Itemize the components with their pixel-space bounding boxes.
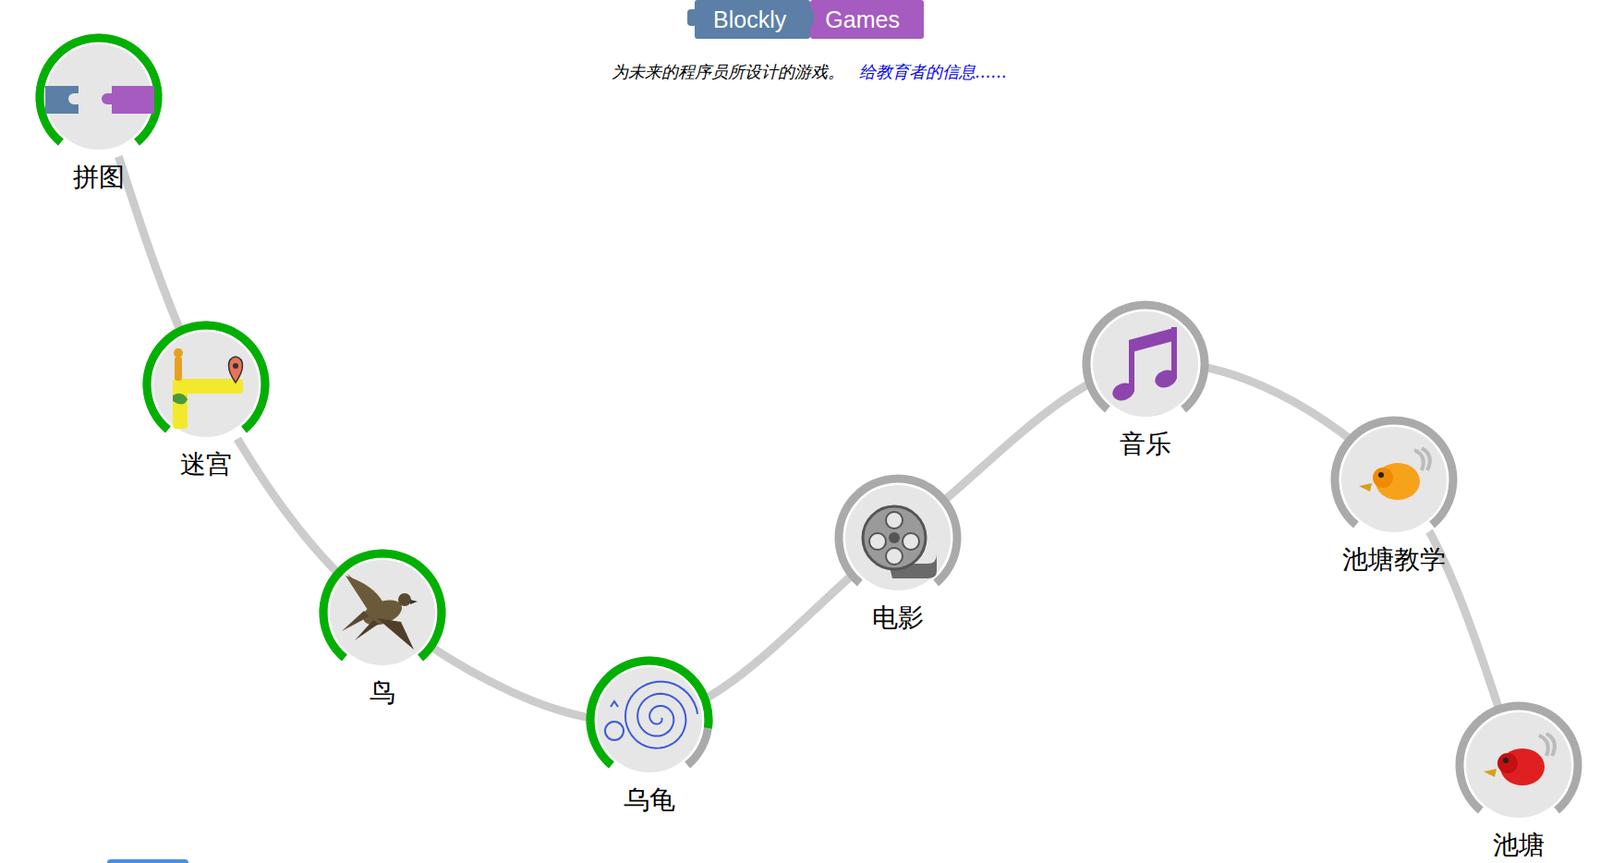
progress-ring	[833, 472, 963, 603]
game-node[interactable]: 音乐	[1080, 299, 1211, 461]
game-label[interactable]: 音乐	[1119, 428, 1172, 461]
maze-icon	[172, 348, 243, 429]
progress-ring	[1454, 700, 1584, 830]
game-label[interactable]: 乌龟	[623, 784, 676, 816]
logo[interactable]: BlocklyGames	[694, 0, 924, 39]
game-node[interactable]: 迷宫	[141, 319, 271, 481]
game-label[interactable]: 迷宫	[180, 448, 232, 481]
spiral-icon	[605, 681, 698, 749]
game-label[interactable]: 电影	[872, 602, 924, 634]
game-node[interactable]: 乌龟	[584, 654, 715, 816]
header: BlocklyGames 为未来的程序员所设计的游戏。给教育者的信息......	[0, 0, 1600, 84]
film-reel-icon	[862, 506, 937, 579]
progress-ring	[1329, 414, 1459, 545]
game-node[interactable]: 池塘教学	[1329, 414, 1459, 576]
page: 拼图迷宫鸟乌龟 电影 音乐池塘教学池塘 BlocklyGames 为未来的程序员所设计的…	[0, 0, 1600, 863]
game-label[interactable]: 池塘教学	[1342, 544, 1446, 576]
game-label[interactable]: 拼图	[72, 161, 125, 194]
music-notes-icon	[1110, 327, 1180, 404]
duck-icon	[1483, 733, 1555, 786]
puzzle-icon	[45, 85, 155, 114]
game-node[interactable]: 池塘	[1454, 700, 1584, 861]
game-node[interactable]: 鸟	[317, 547, 448, 709]
game-node[interactable]: 拼图	[34, 32, 164, 194]
educators-link[interactable]: 给教育者的信息......	[859, 60, 1007, 84]
progress-ring	[34, 32, 164, 162]
tagline-text: 为未来的程序员所设计的游戏。	[611, 60, 845, 84]
progress-ring	[1080, 299, 1211, 429]
game-label[interactable]: 鸟	[369, 677, 396, 709]
progress-ring	[317, 547, 448, 678]
logo-piece: Blockly	[694, 0, 811, 39]
game-node[interactable]: 电影	[833, 472, 963, 634]
bottom-tab[interactable]	[107, 859, 189, 863]
game-label[interactable]: 池塘	[1492, 829, 1545, 861]
logo-piece: Games	[810, 0, 924, 39]
tagline: 为未来的程序员所设计的游戏。给教育者的信息......	[611, 60, 1007, 84]
progress-ring	[584, 654, 715, 785]
duck-icon	[1358, 448, 1431, 500]
game-map: 拼图迷宫鸟乌龟 电影 音乐池塘教学池塘	[0, 0, 1600, 863]
bird-icon	[341, 573, 418, 650]
progress-ring	[141, 319, 271, 449]
